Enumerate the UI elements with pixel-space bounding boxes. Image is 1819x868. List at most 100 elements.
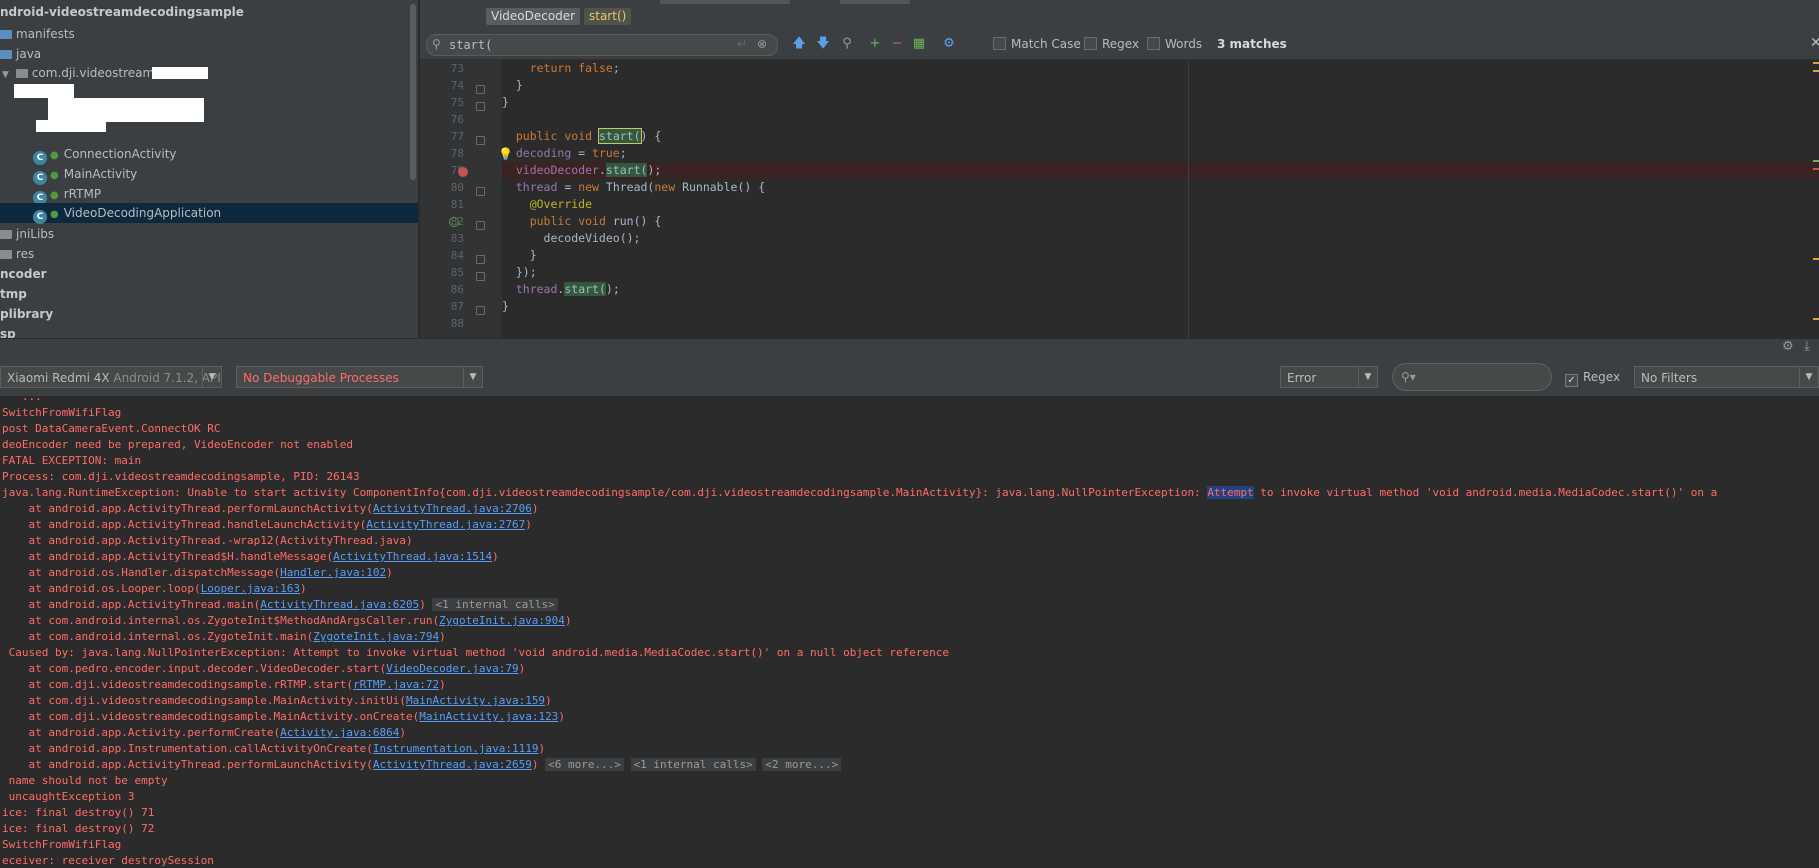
breadcrumb-class[interactable]: VideoDecoder — [486, 8, 581, 25]
tree-module-sp[interactable]: sp — [0, 324, 16, 338]
panel-splitter[interactable]: ⚙ ⤓ — [0, 338, 1819, 359]
log-line: java.lang.RuntimeException: Unable to st… — [2, 486, 1718, 499]
log-line: ice: final destroy() 71 — [2, 806, 155, 819]
regex-checkbox[interactable] — [1084, 37, 1097, 50]
search-icon[interactable]: ⚲ — [432, 34, 441, 54]
gear-icon[interactable]: ⚙ — [940, 35, 958, 53]
log-line: at com.dji.videostreamdecodingsample.Mai… — [2, 710, 565, 723]
error-stripe-mark[interactable] — [1813, 62, 1819, 64]
override-icon[interactable] — [449, 217, 459, 227]
close-icon[interactable]: ✕ — [1810, 35, 1819, 51]
device-name: Xiaomi Redmi 4X — [7, 371, 110, 385]
log-line: ice: final destroy() 72 — [2, 822, 155, 835]
fold-marker-icon[interactable] — [476, 136, 485, 145]
gear-icon[interactable]: ⚙ — [1782, 339, 1794, 354]
minimize-icon[interactable]: ⤓ — [1804, 339, 1810, 354]
find-all-icon[interactable]: ⚲ — [838, 35, 856, 53]
logcat-output[interactable]: ... SwitchFromWifiFlag post DataCameraEv… — [0, 397, 1819, 868]
log-line: name should not be empty — [2, 774, 168, 787]
clear-icon[interactable]: ⊗ — [757, 34, 767, 54]
previous-occurrence-icon[interactable]: 🡅 — [790, 35, 808, 53]
log-level-selector[interactable]: Error ▼ — [1280, 366, 1378, 388]
error-stripe-mark[interactable] — [1813, 160, 1819, 162]
redacted-area — [48, 98, 204, 122]
line-number: 80 — [450, 181, 464, 194]
tree-item-java[interactable]: java — [0, 44, 41, 64]
filter-selector[interactable]: No Filters ▼ — [1634, 366, 1819, 388]
project-root[interactable]: ndroid-videostreamdecodingsample — [0, 2, 244, 22]
log-regex-option[interactable]: ✓ Regex — [1565, 370, 1620, 387]
fold-marker-icon[interactable] — [476, 187, 485, 196]
log-line: at android.app.ActivityThread$H.handleMe… — [2, 550, 499, 563]
device-selector[interactable]: Xiaomi Redmi 4X Android 7.1.2, API 25▼ — [0, 366, 222, 388]
code-line: thread = new Thread(new Runnable() { — [515, 180, 766, 194]
project-tree-panel: ndroid-videostreamdecodingsample manifes… — [0, 0, 418, 338]
tree-item-label: sp — [0, 327, 16, 338]
log-line: at android.app.Instrumentation.callActiv… — [2, 742, 546, 755]
tree-item-mainactivity[interactable]: C ● MainActivity — [33, 164, 137, 185]
chevron-down-icon[interactable]: ▼ — [1358, 367, 1377, 387]
breadcrumb-method[interactable]: start() — [584, 8, 632, 25]
words-checkbox[interactable] — [1147, 37, 1160, 50]
match-case-option[interactable]: Match Case — [993, 37, 1081, 51]
tree-module-library[interactable]: plibrary — [0, 304, 53, 324]
fold-marker-icon[interactable] — [476, 255, 485, 264]
chevron-down-icon[interactable]: ▼ — [463, 367, 482, 387]
tree-item-jnilibs[interactable]: jniLibs — [0, 224, 54, 244]
chevron-down-icon[interactable]: ▼ — [202, 367, 221, 387]
next-occurrence-icon[interactable]: 🡇 — [814, 35, 832, 53]
project-scrollbar[interactable] — [410, 4, 416, 180]
log-line: at android.app.ActivityThread.-wrap12(Ac… — [2, 534, 413, 547]
folder-icon — [0, 230, 12, 239]
fold-marker-icon[interactable] — [476, 306, 485, 315]
search-icon[interactable]: ⚲▾ — [1401, 367, 1416, 387]
tree-item-rrtmp[interactable]: C ● rRTMP — [33, 184, 102, 205]
access-icon: ● — [50, 150, 59, 161]
regex-option[interactable]: Regex — [1084, 37, 1139, 51]
log-search-field[interactable]: ⚲▾ — [1392, 363, 1552, 391]
tree-module-encoder[interactable]: ncoder — [0, 264, 47, 284]
code-editor: VideoDecoder start() ⚲ ↵ ⊗ 🡅 🡇 ⚲ + − ▦ ⚙… — [420, 0, 1819, 338]
remove-occurrence-icon[interactable]: − — [888, 35, 906, 53]
redacted-area — [152, 67, 208, 79]
line-number: 77 — [450, 130, 464, 143]
error-stripe-mark[interactable] — [1813, 70, 1819, 72]
select-all-occurrences-icon[interactable]: ▦ — [910, 35, 928, 53]
find-input[interactable] — [449, 37, 739, 52]
chevron-down-icon[interactable]: ▼ — [2, 65, 12, 85]
tree-module-tmp[interactable]: tmp — [0, 284, 27, 304]
line-number: 84 — [450, 249, 464, 262]
process-selector[interactable]: No Debuggable Processes ▼ — [236, 366, 483, 388]
line-number: 86 — [450, 283, 464, 296]
breakpoint-icon[interactable] — [458, 167, 468, 177]
log-line: at android.app.Activity.performCreate(Ac… — [2, 726, 406, 739]
fold-marker-icon[interactable] — [476, 221, 485, 230]
log-level-label: Error — [1287, 371, 1317, 385]
tree-item-res[interactable]: res — [0, 244, 34, 264]
line-gutter: 73 74 75 76 77 78 79 80 81 82 83 84 85 8… — [420, 60, 502, 338]
error-stripe-mark[interactable] — [1813, 318, 1819, 320]
fold-marker-icon[interactable] — [476, 102, 485, 111]
log-search-input[interactable] — [1423, 369, 1543, 385]
error-stripe-mark[interactable] — [1813, 258, 1819, 260]
log-line: at com.pedro.encoder.input.decoder.Video… — [2, 662, 526, 675]
add-occurrence-icon[interactable]: + — [866, 35, 884, 53]
match-case-checkbox[interactable] — [993, 37, 1006, 50]
tree-item-manifests[interactable]: manifests — [0, 24, 75, 44]
regex-checkbox-checked[interactable]: ✓ — [1565, 374, 1578, 387]
tree-item-label: plibrary — [0, 307, 54, 321]
log-line: uncaughtException 3 — [2, 790, 135, 803]
log-line: FATAL EXCEPTION: main — [2, 454, 142, 467]
tree-item-connectionactivity[interactable]: C ● ConnectionActivity — [33, 144, 177, 165]
tree-item-videodecodingapplication[interactable]: C ● VideoDecodingApplication — [0, 203, 418, 224]
fold-marker-icon[interactable] — [476, 272, 485, 281]
words-option[interactable]: Words — [1147, 37, 1202, 51]
code-area[interactable]: return false; } } public void start() { … — [502, 60, 1819, 338]
line-number: 85 — [450, 266, 464, 279]
tree-item-label: rRTMP — [63, 187, 102, 201]
chevron-down-icon[interactable]: ▼ — [1799, 367, 1818, 387]
fold-marker-icon[interactable] — [476, 85, 485, 94]
error-stripe-mark[interactable] — [1813, 168, 1819, 170]
find-field[interactable]: ⚲ ↵ ⊗ — [426, 34, 778, 56]
